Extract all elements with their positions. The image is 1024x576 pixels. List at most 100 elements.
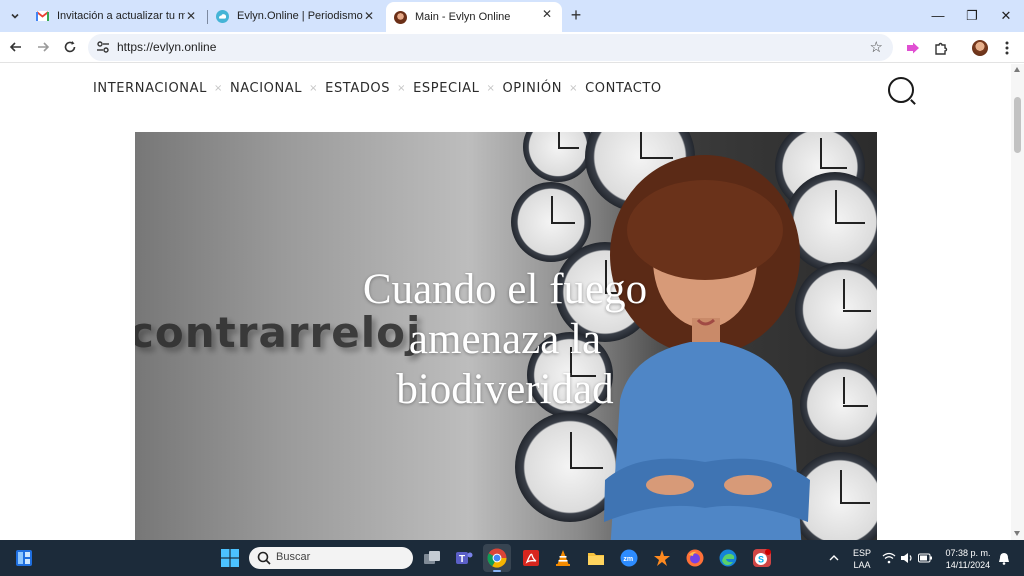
close-window-button[interactable]: ✕ <box>996 6 1016 26</box>
tab-title: Evlyn.Online | Periodismo ambiental <box>237 10 365 22</box>
site-main-nav: INTERNACIONAL × NACIONAL × ESTADOS × ESP… <box>93 81 662 96</box>
page-viewport: INTERNACIONAL × NACIONAL × ESTADOS × ESP… <box>0 64 1024 540</box>
battery-icon <box>918 553 932 563</box>
avatar <box>972 40 988 56</box>
speaker-icon <box>901 553 912 563</box>
address-bar[interactable]: https://evlyn.online ☆ <box>88 34 893 61</box>
notifications-button[interactable] <box>994 544 1014 572</box>
site-search-icon[interactable] <box>888 77 914 103</box>
extensions-button[interactable] <box>931 38 951 58</box>
avatar-icon <box>394 10 407 24</box>
reload-button[interactable] <box>60 37 80 57</box>
restore-button[interactable]: ❐ <box>962 6 982 26</box>
scroll-down-arrow-icon[interactable] <box>1014 531 1020 536</box>
taskbar-app-taskview[interactable] <box>418 544 446 572</box>
zoom-icon: zm <box>620 549 638 567</box>
clock[interactable]: 07:38 p. m. 14/11/2024 <box>938 547 998 571</box>
page-scrollbar[interactable] <box>1011 64 1024 540</box>
close-icon[interactable]: ✕ <box>184 9 198 23</box>
taskbar-app-teams[interactable]: T <box>450 544 478 572</box>
firefox-icon <box>686 549 704 567</box>
nav-nacional[interactable]: NACIONAL <box>230 81 302 96</box>
tab-strip: Invitación a actualizar tu medio ✕ Evlyn… <box>0 0 1024 32</box>
tab-title: Main - Evlyn Online <box>415 11 511 23</box>
taskbar-app-file-explorer[interactable] <box>582 544 610 572</box>
nav-contacto[interactable]: CONTACTO <box>585 81 662 96</box>
new-tab-button[interactable]: + <box>566 5 586 25</box>
chrome-icon <box>487 548 507 568</box>
widgets-button[interactable] <box>10 544 38 572</box>
browser-toolbar: https://evlyn.online ☆ <box>0 32 1024 63</box>
wifi-icon <box>882 552 896 564</box>
acrobat-icon <box>523 550 539 566</box>
input-language-primary: ESP <box>852 548 871 558</box>
gmail-icon <box>36 11 49 21</box>
svg-text:T: T <box>459 554 465 565</box>
puzzle-icon <box>935 42 948 55</box>
tab-search-button[interactable] <box>4 5 26 27</box>
tab-main-evlyn-online[interactable]: Main - Evlyn Online ✕ <box>386 2 562 32</box>
scroll-up-arrow-icon[interactable] <box>1014 67 1020 72</box>
forward-button[interactable] <box>33 37 53 57</box>
hero-title[interactable]: Cuando el fuego amenaza la biodiveridad <box>325 265 685 415</box>
profile-button[interactable] <box>970 38 990 58</box>
widgets-icon <box>16 550 32 566</box>
close-icon[interactable]: ✕ <box>362 9 376 23</box>
share-arrow-icon <box>907 42 919 54</box>
tab-evlyn-periodismo[interactable]: Evlyn.Online | Periodismo ambiental ✕ <box>208 4 384 28</box>
windows-logo-icon <box>221 549 239 567</box>
kebab-menu-icon <box>1005 41 1009 55</box>
skype-icon: S <box>753 549 771 567</box>
tab-title: Invitación a actualizar tu medio <box>57 10 185 22</box>
taskbar-app-vlc[interactable] <box>549 544 577 572</box>
vlc-cone-icon <box>556 550 570 566</box>
taskbar-search-placeholder: Buscar <box>276 551 311 563</box>
svg-text:S: S <box>758 555 764 565</box>
taskbar-app-edge[interactable] <box>714 544 742 572</box>
nav-especial[interactable]: ESPECIAL <box>413 81 479 96</box>
quick-settings-button[interactable] <box>878 544 936 572</box>
tab-gmail[interactable]: Invitación a actualizar tu medio ✕ <box>28 4 206 28</box>
close-icon[interactable]: ✕ <box>540 7 554 21</box>
nav-estados[interactable]: ESTADOS <box>325 81 390 96</box>
back-button[interactable] <box>6 37 26 57</box>
task-view-icon <box>424 551 440 564</box>
taskbar-app-orange[interactable] <box>648 544 676 572</box>
start-button[interactable] <box>216 544 244 572</box>
nav-separator: × <box>569 83 579 94</box>
input-language-secondary: LAA <box>853 560 871 570</box>
folder-icon <box>588 553 604 565</box>
url-text[interactable]: https://evlyn.online <box>117 40 216 54</box>
input-language[interactable]: ESP LAA <box>850 547 874 571</box>
taskbar-search[interactable]: Buscar <box>249 547 413 569</box>
nav-internacional[interactable]: INTERNACIONAL <box>93 81 207 96</box>
chevron-up-icon <box>829 555 839 561</box>
taskbar-app-acrobat[interactable] <box>517 544 545 572</box>
site-info-icon[interactable] <box>96 40 110 54</box>
teams-icon: T <box>456 552 473 565</box>
arrow-left-icon <box>9 42 21 52</box>
extension-button[interactable] <box>903 38 923 58</box>
nav-separator: × <box>309 83 319 94</box>
taskbar-app-skype[interactable]: S <box>748 544 776 572</box>
clock-time: 07:38 p. m. <box>945 548 991 558</box>
taskbar-app-firefox[interactable] <box>681 544 709 572</box>
clock-date: 14/11/2024 <box>945 560 991 570</box>
nav-separator: × <box>213 83 223 94</box>
taskbar-app-chrome[interactable] <box>483 544 511 572</box>
nav-opinion[interactable]: OPINIÓN <box>502 81 562 96</box>
scroll-thumb[interactable] <box>1014 97 1021 153</box>
menu-button[interactable] <box>997 38 1017 58</box>
hero-banner[interactable]: contrarreloj Cuando el fuego amenaza la … <box>135 132 877 540</box>
svg-text:zm: zm <box>623 556 633 563</box>
app-star-icon <box>654 550 670 566</box>
tray-overflow-button[interactable] <box>820 544 848 572</box>
search-icon <box>257 551 271 565</box>
taskbar-app-zoom[interactable]: zm <box>615 544 643 572</box>
minimize-button[interactable]: — <box>928 6 948 26</box>
nav-separator: × <box>397 83 407 94</box>
bookmark-star-icon[interactable]: ☆ <box>870 38 883 56</box>
reload-icon <box>64 41 76 53</box>
chevron-down-icon <box>11 13 19 19</box>
arrow-right-icon <box>38 42 50 52</box>
